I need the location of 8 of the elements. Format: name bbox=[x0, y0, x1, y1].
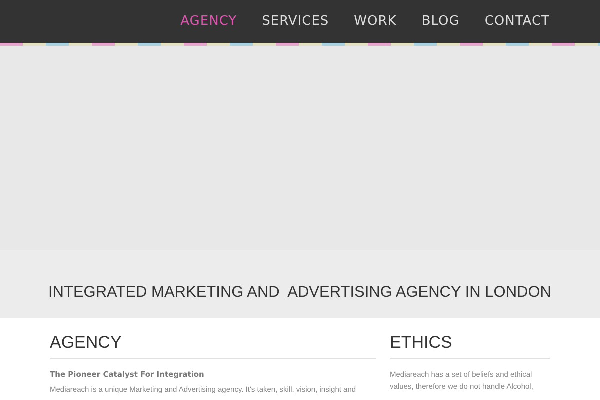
section-heading: ETHICS bbox=[390, 333, 454, 353]
nav-link[interactable]: SERVICES bbox=[262, 12, 330, 32]
nav-link[interactable]: WORK bbox=[354, 12, 397, 32]
nav-link[interactable]: CONTACT bbox=[484, 12, 550, 32]
nav-link[interactable]: AGENCY bbox=[180, 12, 238, 32]
section-heading: AGENCY bbox=[50, 333, 123, 353]
nav-link[interactable]: BLOG bbox=[422, 12, 460, 32]
tagline: INTEGRATED MARKETING AND ADVERTISING AGENCY IN LONDON bbox=[48, 282, 552, 303]
